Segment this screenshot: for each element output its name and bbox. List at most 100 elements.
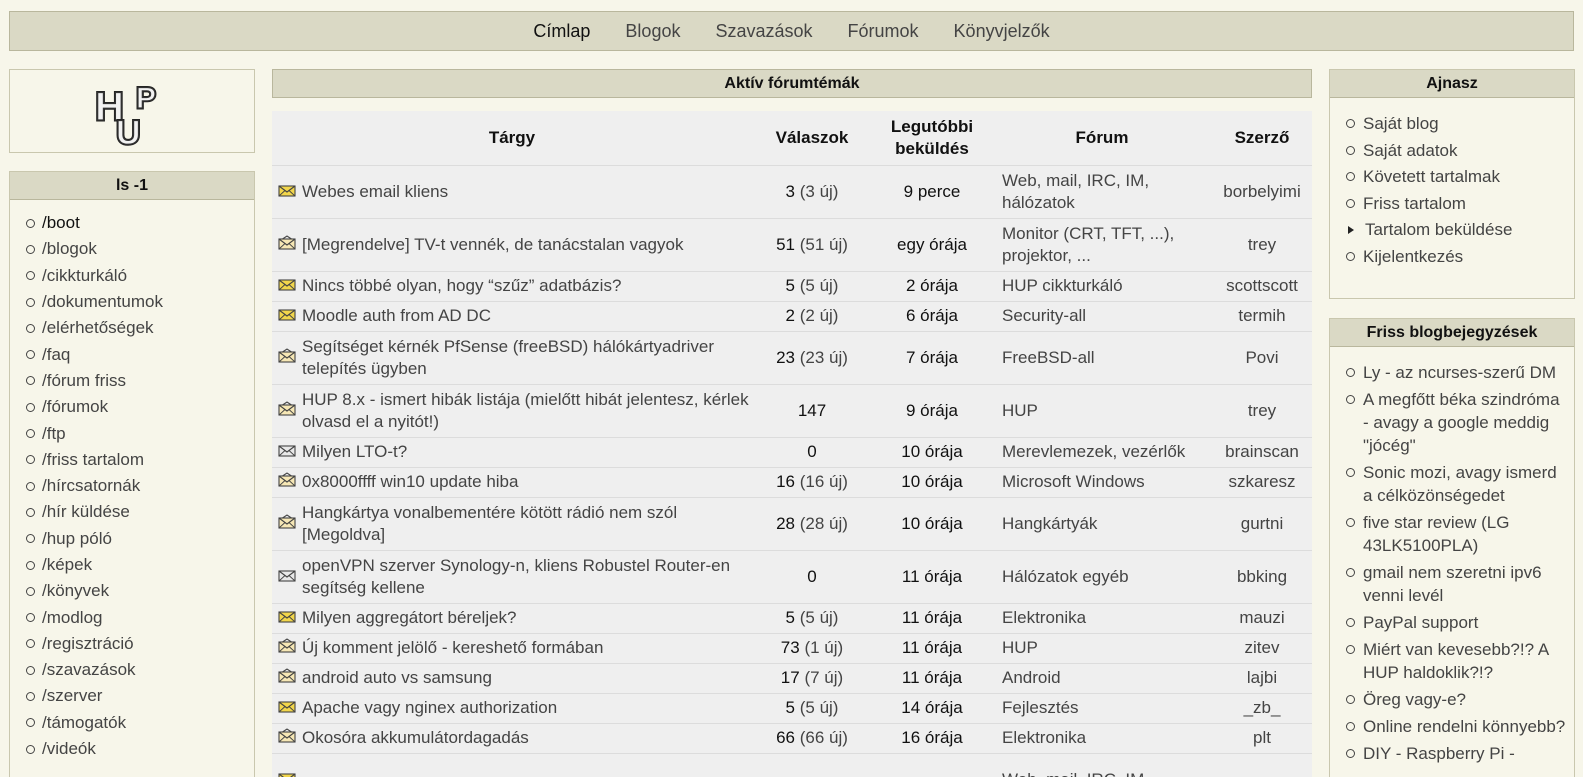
topic-subject-link[interactable]: HUP 8.x - ismert hibák listája (mielőtt …	[302, 390, 749, 431]
blog-entry-link[interactable]: Miért van kevesebb?!? A HUP haldoklik?!?	[1363, 638, 1568, 684]
topic-author-link[interactable]: Povi	[1245, 348, 1278, 367]
user-menu-link[interactable]: Saját blog	[1363, 112, 1439, 135]
hup-logo[interactable]: H H U U P P	[92, 76, 172, 147]
topic-forum-link[interactable]: HUP cikkturkáló	[1002, 276, 1123, 295]
left-menu-link[interactable]: /képek	[42, 552, 92, 578]
left-menu-link[interactable]: /regisztráció	[42, 631, 134, 657]
blog-entry-link[interactable]: PayPal support	[1363, 611, 1478, 634]
left-menu-item[interactable]: /könyvek	[26, 578, 254, 604]
topic-author-link[interactable]: borbelyimi	[1223, 182, 1300, 201]
topic-author-link[interactable]: lajbi	[1247, 668, 1277, 687]
left-menu-item[interactable]: /szavazások	[26, 657, 254, 683]
topic-author-link[interactable]: _zb_	[1244, 698, 1281, 717]
left-menu-link[interactable]: /hup póló	[42, 526, 112, 552]
blog-entry-link[interactable]: A megfőtt béka szindróma - avagy a googl…	[1363, 388, 1568, 457]
left-menu-link[interactable]: /friss tartalom	[42, 447, 144, 473]
blog-entry-link[interactable]: Ly - az ncurses-szerű DM	[1363, 361, 1556, 384]
topic-author-link[interactable]: gurtni	[1241, 514, 1284, 533]
left-menu-link[interactable]: /videók	[42, 736, 96, 762]
left-menu-link[interactable]: /fórumok	[42, 394, 108, 420]
nav-blogok[interactable]: Blogok	[625, 21, 680, 42]
nav-cimlap[interactable]: Címlap	[533, 21, 590, 42]
user-menu-link[interactable]: Követett tartalmak	[1363, 165, 1500, 188]
topic-forum-link[interactable]: FreeBSD-all	[1002, 348, 1095, 367]
topic-author-link[interactable]: plt	[1253, 728, 1271, 747]
blog-entry-item[interactable]: five star review (LG 43LK5100PLA)	[1346, 511, 1568, 557]
blog-entry-item[interactable]: Sonic mozi, avagy ismerd a célközönséged…	[1346, 461, 1568, 507]
topic-subject-link[interactable]: openVPN szerver Synology-n, kliens Robus…	[302, 556, 730, 597]
blog-entry-item[interactable]: Öreg vagy-e?	[1346, 688, 1568, 711]
topic-forum-link[interactable]: Elektronika	[1002, 728, 1086, 747]
left-menu-item[interactable]: /fórum friss	[26, 368, 254, 394]
topic-author-link[interactable]: szkaresz	[1228, 472, 1295, 491]
blog-entry-link[interactable]: DIY - Raspberry Pi -	[1363, 742, 1515, 765]
topic-subject-link[interactable]: Segítséget kérnék PfSense (freeBSD) háló…	[302, 337, 714, 378]
left-menu-link[interactable]: /elérhetőségek	[42, 315, 154, 341]
topic-subject-link[interactable]: Hangkártya vonalbementére kötött rádió n…	[302, 503, 677, 544]
topic-subject-link[interactable]: Nincs többé olyan, hogy “szűz” adatbázis…	[302, 276, 621, 295]
topic-author-link[interactable]: termih	[1238, 306, 1285, 325]
left-menu-item[interactable]: /ftp	[26, 420, 254, 446]
left-menu-link[interactable]: /hír küldése	[42, 499, 130, 525]
nav-konyvjelzok[interactable]: Könyvjelzők	[954, 21, 1050, 42]
left-menu-item[interactable]: /szerver	[26, 683, 254, 709]
left-menu-item[interactable]: /hírcsatornák	[26, 473, 254, 499]
topic-subject-link[interactable]: Moodle auth from AD DC	[302, 306, 491, 325]
topic-subject-link[interactable]: 0x8000ffff win10 update hiba	[302, 472, 518, 491]
left-menu-item[interactable]: /elérhetőségek	[26, 315, 254, 341]
left-menu-link[interactable]: /szerver	[42, 683, 102, 709]
topic-forum-link[interactable]: Fejlesztés	[1002, 698, 1079, 717]
nav-szavazasok[interactable]: Szavazások	[715, 21, 812, 42]
topic-subject-link[interactable]: android auto vs samsung	[302, 668, 492, 687]
left-menu-link[interactable]: /szavazások	[42, 657, 136, 683]
topic-forum-link[interactable]: HUP	[1002, 638, 1038, 657]
user-menu-item[interactable]: Saját blog	[1346, 112, 1568, 135]
blog-entry-item[interactable]: Ly - az ncurses-szerű DM	[1346, 361, 1568, 384]
left-menu-item[interactable]: /blogok	[26, 236, 254, 262]
user-menu-link[interactable]: Kijelentkezés	[1363, 245, 1463, 268]
left-menu-link[interactable]: /fórum friss	[42, 368, 126, 394]
user-menu-item[interactable]: Saját adatok	[1346, 139, 1568, 162]
left-menu-link[interactable]: /blogok	[42, 236, 97, 262]
left-menu-item[interactable]: /hír küldése	[26, 499, 254, 525]
left-menu-item[interactable]: /támogatók	[26, 710, 254, 736]
topic-subject-link[interactable]: Webes email kliens	[302, 182, 448, 201]
blog-entry-link[interactable]: Sonic mozi, avagy ismerd a célközönséged…	[1363, 461, 1568, 507]
blog-entry-link[interactable]: Online rendelni könnyebb?	[1363, 715, 1565, 738]
topic-forum-link[interactable]: Security-all	[1002, 306, 1086, 325]
blog-entry-item[interactable]: DIY - Raspberry Pi -	[1346, 742, 1568, 765]
topic-author-link[interactable]: trey	[1248, 401, 1276, 420]
topic-author-link[interactable]: trey	[1248, 235, 1276, 254]
topic-forum-link[interactable]: Hangkártyák	[1002, 514, 1097, 533]
user-menu-link[interactable]: Tartalom beküldése	[1365, 218, 1512, 241]
topic-author-link[interactable]: brainscan	[1225, 442, 1299, 461]
left-menu-link[interactable]: /cikkturkáló	[42, 263, 127, 289]
left-menu-item[interactable]: /dokumentumok	[26, 289, 254, 315]
topic-forum-link[interactable]: Monitor (CRT, TFT, ...), projektor, ...	[1002, 224, 1174, 265]
topic-forum-link[interactable]: Microsoft Windows	[1002, 472, 1145, 491]
topic-subject-link[interactable]: Apache vagy nginex authorization	[302, 698, 557, 717]
left-menu-link[interactable]: /támogatók	[42, 710, 126, 736]
topic-author-link[interactable]: scottscott	[1226, 276, 1298, 295]
left-menu-item[interactable]: /képek	[26, 552, 254, 578]
left-menu-item[interactable]: /boot	[26, 210, 254, 236]
left-menu-link[interactable]: /dokumentumok	[42, 289, 163, 315]
left-menu-link[interactable]: /boot	[42, 210, 80, 236]
blog-entry-item[interactable]: gmail nem szeretni ipv6 venni levél	[1346, 561, 1568, 607]
topic-subject-link[interactable]: Okosóra akkumulátordagadás	[302, 728, 529, 747]
user-menu-item[interactable]: Kijelentkezés	[1346, 245, 1568, 268]
blog-entry-link[interactable]: Öreg vagy-e?	[1363, 688, 1466, 711]
topic-forum-link[interactable]: HUP	[1002, 401, 1038, 420]
blog-entry-item[interactable]: Miért van kevesebb?!? A HUP haldoklik?!?	[1346, 638, 1568, 684]
blog-entry-item[interactable]: PayPal support	[1346, 611, 1568, 634]
topic-author-link[interactable]: bbking	[1237, 567, 1287, 586]
left-menu-item[interactable]: /videók	[26, 736, 254, 762]
left-menu-item[interactable]: /faq	[26, 341, 254, 367]
left-menu-item[interactable]: /friss tartalom	[26, 447, 254, 473]
user-menu-item[interactable]: Követett tartalmak	[1346, 165, 1568, 188]
left-menu-item[interactable]: /modlog	[26, 604, 254, 630]
user-menu-item[interactable]: Friss tartalom	[1346, 192, 1568, 215]
left-menu-link[interactable]: /hírcsatornák	[42, 473, 140, 499]
left-menu-link[interactable]: /könyvek	[42, 578, 109, 604]
blog-entry-item[interactable]: A megfőtt béka szindróma - avagy a googl…	[1346, 388, 1568, 457]
